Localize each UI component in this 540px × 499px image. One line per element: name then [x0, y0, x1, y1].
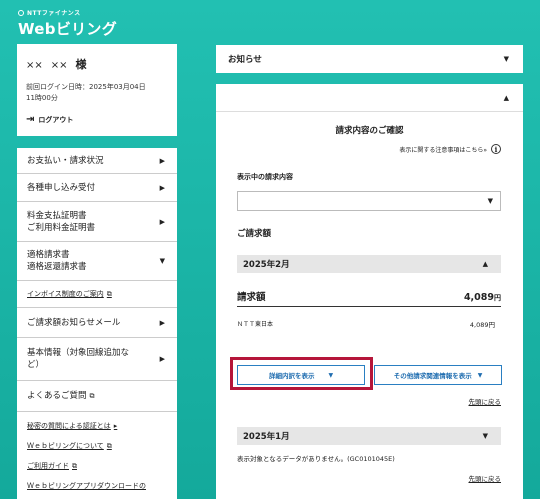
total-row: 請求額 4,089円 — [237, 289, 501, 307]
other-button-label: その他請求関連情報を表示 — [393, 372, 472, 380]
chevron-down-icon: ▼ — [482, 432, 488, 440]
detail-button[interactable]: 詳細内訳を表示 ▼ — [237, 365, 365, 385]
menu-item-certificates[interactable]: 料金支払証明書 ご利用料金証明書 ▶ — [17, 202, 177, 242]
user-honorific: 様 — [75, 58, 87, 71]
chevron-down-icon: ▼ — [487, 197, 493, 205]
link-label: ご利用ガイド — [27, 462, 69, 470]
billing-title: 請求内容のご確認 — [335, 126, 404, 136]
menu-item-basic-info[interactable]: 基本情報（対象回線追加な ど） ▶ — [17, 338, 177, 381]
no-data-message: 表示対象となるデータがありません。(GC0101045E) — [237, 455, 395, 463]
logo-sub-text: NTTファイナンス — [27, 10, 81, 17]
menu-item-payment[interactable]: お支払い・請求状況 ▶ — [17, 148, 177, 174]
menu-item-qualified-invoice[interactable]: 適格請求書 適格返還請求書 ▼ — [17, 242, 177, 281]
month-label: 2025年1月 — [243, 432, 290, 442]
user-name-1: ×× — [26, 60, 43, 71]
last-login: 前回ログイン日時：2025年03月04日 11時00分 — [26, 82, 168, 104]
menu-label: よくあるご質問 — [27, 391, 87, 401]
total-label: 請求額 — [237, 292, 266, 303]
menu-label: 料金支払証明書 ご利用料金証明書 — [27, 210, 96, 233]
last-login-date: 前回ログイン日時：2025年03月04日 — [26, 83, 146, 91]
company-row: ＮＴＴ東日本 4,089円 — [237, 319, 495, 329]
logo-title: Webビリング — [18, 20, 118, 38]
link-label: Ｗｅｂビリングについて — [27, 442, 104, 450]
notes-link-label: 表示に関する注意事項はこちら» — [399, 146, 487, 154]
back-to-top-link[interactable]: 先頭に戻る — [469, 396, 502, 406]
action-buttons: 詳細内訳を表示 ▼ その他請求関連情報を表示 ▼ — [230, 357, 503, 391]
month-label: 2025年2月 — [243, 260, 290, 270]
secret-auth-link[interactable]: 秘密の質問による認証とは ▸ — [17, 416, 177, 436]
detail-button-label: 詳細内訳を表示 — [268, 372, 315, 380]
link-label: Ｗｅｂビリングアプリダウンロードの — [27, 482, 146, 490]
logout-label: ログアウト — [38, 115, 74, 124]
info-icon: i — [491, 144, 501, 154]
chevron-down-icon: ▼ — [477, 371, 483, 379]
chevron-right-icon: ▶ — [159, 355, 165, 363]
billing-panel: ▲ 請求内容のご確認 表示に関する注意事項はこちら» i 表示中の請求内容 ▼ … — [216, 84, 523, 499]
chevron-right-icon: ▶ — [159, 183, 165, 192]
link-label: インボイス制度のご案内 — [27, 290, 104, 298]
guide-link[interactable]: ご利用ガイド ⧉ — [17, 456, 177, 476]
select-label: 表示中の請求内容 — [237, 173, 293, 181]
chevron-right-icon: ▶ — [159, 217, 165, 226]
last-login-time: 11時00分 — [26, 94, 58, 102]
logout-icon: ⇥ — [26, 114, 35, 125]
menu-item-apply[interactable]: 各種申し込み受付 ▶ — [17, 174, 177, 202]
menu-item-faq[interactable]: よくあるご質問 ⧉ — [17, 381, 177, 412]
chevron-down-icon: ▼ — [503, 55, 509, 63]
billing-select[interactable]: ▼ — [237, 191, 501, 211]
menu-label: ご請求額お知らせメール — [27, 317, 121, 328]
menu-item-billing-mail[interactable]: ご請求額お知らせメール ▶ — [17, 308, 177, 338]
billing-panel-header[interactable]: ▲ — [216, 84, 523, 112]
company-name: ＮＴＴ東日本 — [237, 321, 274, 328]
app-download-link[interactable]: Ｗｅｂビリングアプリダウンロードの — [17, 476, 177, 496]
logo-subtitle: NTTファイナンス — [18, 8, 117, 17]
ntt-logo-icon — [18, 9, 24, 16]
external-link-icon: ⧉ — [72, 461, 77, 470]
company-value: 4,089円 — [469, 321, 495, 329]
month-accordion-jan[interactable]: 2025年1月 ▼ — [237, 427, 501, 445]
logout-button[interactable]: ⇥ ログアウト — [26, 114, 168, 125]
user-name: ×× ×× 様 — [26, 56, 168, 72]
notice-title: お知らせ — [228, 55, 262, 65]
user-card: ×× ×× 様 前回ログイン日時：2025年03月04日 11時00分 ⇥ ログ… — [17, 44, 177, 136]
chevron-right-icon: ▸ — [113, 422, 118, 430]
month-accordion-feb[interactable]: 2025年2月 ▲ — [237, 255, 501, 273]
external-link-icon: ⧉ — [106, 289, 112, 298]
chevron-right-icon: ▶ — [159, 318, 165, 327]
invoice-system-link[interactable]: インボイス制度のご案内 ⧉ — [17, 281, 177, 308]
chevron-up-icon: ▲ — [503, 93, 509, 102]
menu-label: 適格請求書 適格返還請求書 — [27, 250, 87, 272]
external-link-icon: ⧉ — [106, 441, 112, 450]
chevron-up-icon: ▲ — [482, 260, 488, 268]
user-name-2: ×× — [50, 60, 68, 71]
sidebar-menu: お支払い・請求状況 ▶ 各種申し込み受付 ▶ 料金支払証明書 ご利用料金証明書 ▶… — [17, 148, 177, 499]
notes-link[interactable]: 表示に関する注意事項はこちら» i — [216, 144, 501, 154]
chevron-down-icon: ▼ — [328, 371, 334, 379]
chevron-right-icon: ▶ — [159, 156, 165, 165]
menu-label: 各種申し込み受付 — [27, 182, 96, 193]
chevron-down-icon: ▼ — [159, 257, 165, 265]
notice-panel[interactable]: お知らせ ▼ — [216, 45, 523, 73]
about-link[interactable]: Ｗｅｂビリングについて ⧉ — [17, 436, 177, 456]
amount-title: ご請求額 — [237, 229, 272, 239]
menu-label: お支払い・請求状況 — [27, 155, 104, 166]
link-label: 秘密の質問による認証とは — [27, 422, 111, 430]
other-info-button[interactable]: その他請求関連情報を表示 ▼ — [374, 365, 502, 385]
total-value: 4,089円 — [463, 292, 501, 303]
external-link-icon: ⧉ — [89, 391, 95, 400]
app-logo[interactable]: NTTファイナンス Webビリング — [18, 8, 117, 39]
back-to-top-link-2[interactable]: 先頭に戻る — [469, 473, 502, 483]
menu-label: 基本情報（対象回線追加な ど） — [27, 348, 130, 370]
